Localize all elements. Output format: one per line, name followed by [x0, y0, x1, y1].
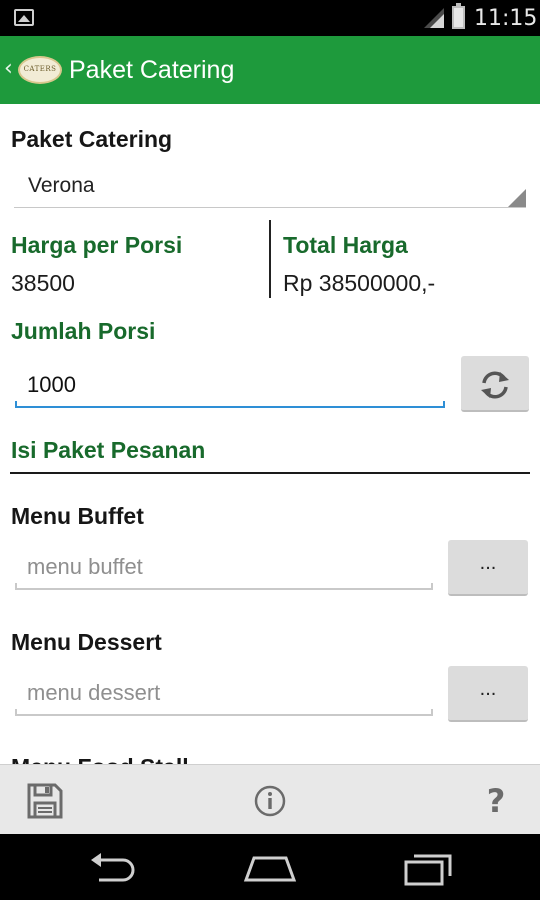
app-logo-text: CATERS — [23, 65, 57, 73]
menu-buffet-placeholder: menu buffet — [27, 554, 143, 579]
picture-notification-icon — [14, 9, 34, 26]
bottom-toolbar: ? — [0, 764, 540, 834]
save-icon[interactable] — [23, 779, 67, 823]
home-icon[interactable] — [240, 846, 300, 890]
section-divider — [10, 472, 530, 474]
menu-dessert-browse-button[interactable]: ... — [448, 666, 528, 722]
paket-catering-spinner[interactable]: Verona — [14, 168, 526, 208]
browse-button-label: ... — [479, 678, 497, 700]
menu-buffet-browse-button[interactable]: ... — [448, 540, 528, 596]
jumlah-porsi-input[interactable]: 1000 — [15, 372, 445, 408]
vertical-divider — [269, 220, 271, 298]
help-icon[interactable]: ? — [474, 779, 518, 823]
system-navigation-bar — [0, 834, 540, 900]
form-scroll-area[interactable]: Paket Catering Verona Harga per Porsi 38… — [0, 104, 540, 764]
action-bar: ‹ CATERS Paket Catering — [0, 36, 540, 104]
back-icon[interactable] — [83, 846, 143, 890]
help-glyph: ? — [486, 782, 506, 820]
menu-food-stall-label: Menu Food Stall — [11, 754, 189, 764]
harga-per-porsi-label: Harga per Porsi — [11, 232, 183, 258]
menu-buffet-label: Menu Buffet — [11, 503, 144, 529]
browse-button-label: ... — [479, 552, 497, 574]
refresh-button[interactable] — [461, 356, 529, 412]
harga-per-porsi-value: 38500 — [11, 270, 75, 296]
menu-buffet-field[interactable]: menu buffet — [15, 554, 433, 590]
jumlah-porsi-label: Jumlah Porsi — [11, 318, 156, 344]
up-navigation-chevron-icon[interactable]: ‹ — [4, 56, 13, 81]
action-bar-title: Paket Catering — [69, 56, 235, 84]
status-bar: 11:15 — [0, 0, 540, 36]
refresh-icon — [481, 371, 509, 399]
spinner-arrow-icon — [508, 189, 526, 207]
total-harga-value: Rp 38500000,- — [283, 270, 436, 296]
battery-icon — [452, 3, 465, 29]
status-time: 11:15 — [474, 6, 538, 31]
menu-dessert-placeholder: menu dessert — [27, 680, 161, 705]
paket-catering-label: Paket Catering — [11, 126, 173, 152]
info-icon[interactable] — [248, 779, 292, 823]
section-title: Isi Paket Pesanan — [11, 437, 206, 463]
recent-apps-icon[interactable] — [398, 846, 458, 890]
jumlah-porsi-value: 1000 — [27, 372, 76, 397]
app-logo[interactable]: CATERS — [18, 56, 62, 84]
total-harga-label: Total Harga — [283, 232, 408, 258]
menu-dessert-label: Menu Dessert — [11, 629, 162, 655]
menu-dessert-field[interactable]: menu dessert — [15, 680, 433, 716]
spinner-selected-value: Verona — [28, 174, 95, 197]
signal-icon — [424, 8, 444, 28]
